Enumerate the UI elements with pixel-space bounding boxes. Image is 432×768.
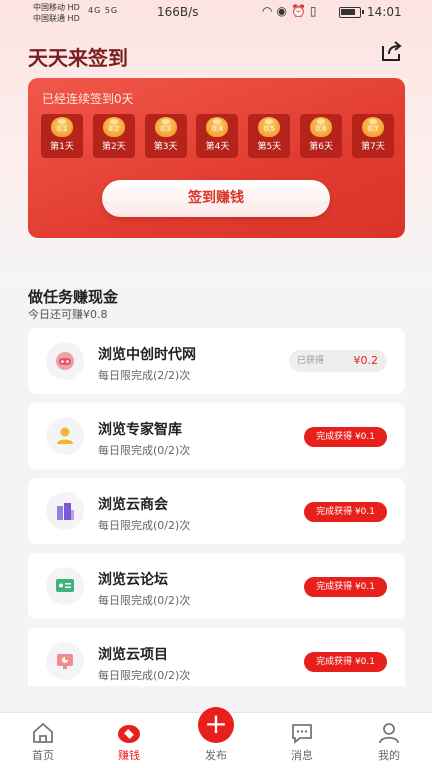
task-name: 浏览云项目 [98,647,168,663]
tab-profile[interactable]: 我的 [359,713,419,768]
coin-icon: 0.5 [258,117,281,137]
task-name: 浏览云商会 [98,497,168,513]
eye-icon: ◉ [276,4,291,18]
tab-messages[interactable]: 消息 [272,713,332,768]
task-desc: 每日限完成(0/2)次 [98,594,191,607]
message-icon [292,724,312,744]
task-card[interactable]: 浏览专家智库 每日限完成(0/2)次 完成获得 ¥0.1 [28,403,405,469]
tab-label: 首页 [32,749,54,762]
building-icon [46,492,84,530]
forum-icon [46,567,84,605]
task-desc: 每日限完成(0/2)次 [98,519,191,532]
sign-in-card: 已经连续签到0天 0.1 第1天 0.2 第2天 0.3 第3天 0.4 第4天 0.5… [28,78,405,238]
home-icon [33,722,53,743]
bottom-tab-bar: 首页 赚钱 + 发布 消息 我的 [0,707,432,768]
task-name: 浏览云论坛 [98,572,168,588]
streak-text: 已经连续签到0天 [42,92,134,106]
tasks-subtitle: 今日还可赚¥0.8 [28,308,108,321]
task-name: 浏览中创时代网 [98,347,196,363]
day-item: 0.5 第5天 [248,114,291,158]
day-label: 第1天 [50,142,74,152]
task-desc: 每日限完成(2/2)次 [98,369,191,382]
carrier-info: 中国移动 HD 中国联通 HD [33,2,80,24]
page-title: 天天来签到 [28,46,128,70]
battery-icon [339,7,364,18]
status-bar: 中国移动 HD 中国联通 HD 4G 5G 166B/s ◠◉⏰▯ 14:01 [0,0,432,26]
reward-button[interactable]: 完成获得 ¥0.1 [304,652,387,672]
hd-badge: HD [67,14,80,23]
earn-icon [118,725,140,743]
coin-icon: 0.1 [51,117,73,137]
alarm-icon: ⏰ [290,4,310,18]
earned-amount: ¥0.2 [353,354,379,367]
day-label: 第3天 [153,142,178,152]
tab-label: 赚钱 [118,749,140,762]
task-card[interactable]: 浏览云项目 每日限完成(0/2)次 完成获得 ¥0.1 [28,628,405,686]
day-item: 0.6 第6天 [300,114,343,158]
coin-icon: 0.4 [206,117,229,137]
day-label: 第6天 [309,142,333,152]
clock: 14:01 [367,5,402,19]
task-card[interactable]: 浏览云商会 每日限完成(0/2)次 完成获得 ¥0.1 [28,478,405,544]
coin-icon: 0.7 [361,117,384,137]
vibrate-icon: ▯ [309,4,321,18]
hd-badge: HD [67,3,80,12]
day-label: 第5天 [257,142,282,152]
task-desc: 每日限完成(0/2)次 [98,669,191,682]
sign-in-button[interactable]: 签到赚钱 [102,180,330,217]
tab-earn[interactable]: 赚钱 [99,713,159,768]
net-speed: 166B/s [157,5,199,19]
earned-badge: 已获得 ¥0.2 [289,350,387,372]
signal-icon: 4G 5G [88,6,119,15]
day-item: 0.7 第7天 [351,114,394,158]
robot-icon [46,342,84,380]
carrier-2: 中国联通 [33,14,65,23]
project-icon [46,642,84,680]
day-list: 0.1 第1天 0.2 第2天 0.3 第3天 0.4 第4天 0.5 第5天 0.6 第6… [41,114,394,158]
task-desc: 每日限完成(0/2)次 [98,444,191,457]
day-label: 第2天 [101,142,126,152]
tab-home[interactable]: 首页 [13,713,73,768]
day-label: 第4天 [205,142,230,152]
earned-label: 已获得 [297,356,325,366]
task-card[interactable]: 浏览云论坛 每日限完成(0/2)次 完成获得 ¥0.1 [28,553,405,619]
carrier-1: 中国移动 [33,3,65,12]
coin-icon: 0.6 [310,117,333,137]
task-name: 浏览专家智库 [98,422,182,438]
share-icon[interactable] [380,40,404,62]
profile-icon [379,723,399,744]
tab-publish[interactable]: + 发布 [186,707,246,768]
day-item: 0.2 第2天 [92,114,135,158]
tasks-title: 做任务赚现金 [28,288,119,306]
coin-icon: 0.2 [102,117,125,137]
day-label: 第7天 [361,142,385,152]
status-icons: ◠◉⏰▯ [262,4,321,18]
reward-button[interactable]: 完成获得 ¥0.1 [304,577,387,597]
task-card[interactable]: 浏览中创时代网 每日限完成(2/2)次 已获得 ¥0.2 [28,328,405,394]
day-item: 0.4 第4天 [196,114,239,158]
tab-label: 我的 [378,749,400,762]
plus-icon: + [198,707,234,743]
coin-icon: 0.3 [154,117,177,137]
headphone-icon: ◠ [262,4,277,18]
reward-button[interactable]: 完成获得 ¥0.1 [304,427,387,447]
expert-icon [46,417,84,455]
day-item: 0.1 第1天 [41,114,83,158]
tab-label: 发布 [205,749,227,762]
tab-label: 消息 [291,749,313,762]
reward-button[interactable]: 完成获得 ¥0.1 [304,502,387,522]
day-item: 0.3 第3天 [144,114,187,158]
